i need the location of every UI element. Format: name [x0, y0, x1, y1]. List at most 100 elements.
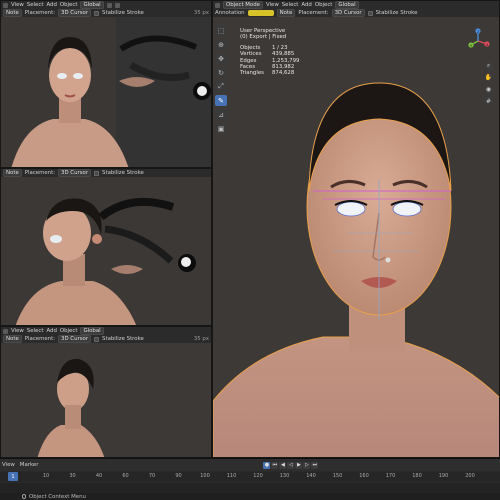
snap-icon[interactable] [106, 2, 112, 8]
jump-start-icon[interactable]: ⏮ [271, 461, 279, 469]
timeline-header: View Marker ● ⏮ ◀ ◁ ▶ ▷ ⏭ [0, 459, 500, 471]
tool-settings-bar: Note Placement: 3D Cursor Stabilize Stro… [1, 335, 211, 343]
current-frame-indicator[interactable]: 1 [8, 472, 18, 481]
viewport-stats-overlay: User Perspective (0) Export | Fixed Obje… [240, 28, 299, 77]
placement-select[interactable]: 3D Cursor [58, 335, 92, 343]
frame-tick-label: 60 [122, 473, 129, 479]
move-tool-icon[interactable]: ✥ [215, 53, 227, 64]
menu-view[interactable]: View [266, 2, 279, 8]
editor-type-icon[interactable] [215, 2, 220, 8]
menu-add[interactable]: Add [46, 2, 56, 8]
annotate-tool-icon[interactable]: ✎ [215, 95, 227, 106]
prev-key-icon[interactable]: ◀ [279, 461, 287, 469]
proportional-edit-icon[interactable] [114, 2, 120, 8]
jump-end-icon[interactable]: ⏭ [311, 461, 319, 469]
frame-tick-label: 140 [306, 473, 316, 479]
placement-select[interactable]: 3D Cursor [331, 9, 365, 17]
placement-label: Placement: [24, 336, 56, 342]
menu-object[interactable]: Object [315, 2, 333, 8]
play-reverse-icon[interactable]: ◁ [287, 461, 295, 469]
frame-tick-label: 160 [359, 473, 369, 479]
placement-select[interactable]: 3D Cursor [58, 169, 92, 177]
grid-icon[interactable]: # [484, 97, 493, 106]
note-select[interactable]: Note [3, 9, 22, 17]
transform-orientation-select[interactable]: Global [80, 327, 104, 335]
timeline-editor[interactable]: View Marker ● ⏮ ◀ ◁ ▶ ▷ ⏭ 1 10 30 40 60 70 90… [0, 458, 500, 500]
stabilize-label: Stabilize Stroke [102, 336, 144, 342]
frame-tick-label: 150 [332, 473, 343, 479]
blender-window: View Select Add Object Global Note Place… [0, 0, 500, 500]
note-select[interactable]: Note [3, 335, 22, 343]
stabilize-checkbox[interactable] [94, 10, 100, 16]
frame-ruler[interactable]: 1 10 30 40 60 70 90 100 110 120 130 140 150 160 170 18… [0, 472, 500, 482]
stabilize-label: Stabilize Stroke [375, 10, 418, 16]
select-tool-icon[interactable]: ⬚ [215, 25, 227, 36]
frame-tick-label: 30 [69, 473, 76, 479]
menu-add[interactable]: Add [46, 328, 56, 334]
viewport-main[interactable]: Object Mode View Select Add Object Globa… [212, 0, 500, 458]
navigation-gizmo[interactable]: X Y Z [465, 28, 491, 54]
viewport-header: View Select Add Object Global [1, 327, 211, 335]
status-hint: Object Context Menu [29, 493, 86, 500]
stabilize-checkbox[interactable] [94, 336, 100, 342]
stabilize-label: Stabilize Stroke [102, 170, 144, 176]
transform-orientation-select[interactable]: Global [80, 1, 104, 9]
frame-tick-label: 170 [385, 473, 396, 479]
view-nav-buttons: ⌕ ✋ ◉ # [484, 61, 493, 109]
annotation-color-swatch[interactable] [247, 10, 274, 16]
menu-view[interactable]: View [11, 2, 24, 8]
viewport-header: View Select Add Object Global [1, 1, 211, 9]
frame-tick-label: 70 [148, 473, 156, 479]
menu-select[interactable]: Select [282, 2, 299, 8]
stabilize-checkbox[interactable] [94, 170, 100, 176]
camera-icon[interactable]: ◉ [484, 85, 493, 94]
stabilize-label: Stabilize Stroke [102, 10, 144, 16]
tool-settings-bar: Annotation Note Placement: 3D Cursor Sta… [213, 9, 499, 17]
frame-tick-label: 110 [226, 473, 237, 479]
menu-object[interactable]: Object [60, 2, 78, 8]
viewport-header: Note Placement: 3D Cursor Stabilize Stro… [1, 169, 211, 177]
radius-field[interactable]: 35 px [194, 336, 209, 342]
cursor-tool-icon[interactable]: ⊕ [215, 39, 227, 50]
menu-view[interactable]: View [11, 328, 24, 334]
placement-select[interactable]: 3D Cursor [58, 9, 92, 17]
status-bar: Object Context Menu [0, 493, 500, 500]
menu-select[interactable]: Select [27, 328, 44, 334]
viewport-side[interactable]: View Select Add Object Global Note Place… [0, 326, 212, 458]
tool-shelf: ⬚ ⊕ ✥ ↻ ⤢ ✎ ⊿ ▣ [215, 25, 228, 134]
frame-tick-label: 190 [438, 473, 449, 479]
stabilize-checkbox[interactable] [367, 10, 373, 16]
menu-object[interactable]: Object [60, 328, 78, 334]
pan-hand-icon[interactable]: ✋ [484, 73, 493, 82]
scale-tool-icon[interactable]: ⤢ [215, 81, 227, 92]
play-icon[interactable]: ▶ [295, 461, 303, 469]
note-select[interactable]: Note [276, 9, 296, 17]
mouse-icon [22, 494, 26, 499]
frame-tick-label: 120 [253, 473, 263, 479]
menu-add[interactable]: Add [301, 2, 311, 8]
placement-label: Placement: [24, 10, 56, 16]
editor-type-icon[interactable] [3, 2, 8, 8]
mode-select[interactable]: Object Mode [223, 1, 263, 9]
add-cube-icon[interactable]: ▣ [215, 123, 227, 134]
timeline-menu-marker[interactable]: Marker [20, 462, 39, 468]
three-quarter-render [1, 169, 211, 325]
menu-select[interactable]: Select [27, 2, 44, 8]
measure-tool-icon[interactable]: ⊿ [215, 109, 227, 120]
note-select[interactable]: Note [3, 169, 22, 177]
placement-label: Placement: [24, 170, 56, 176]
record-icon[interactable]: ● [263, 461, 271, 469]
keyframe-track[interactable] [0, 483, 500, 493]
editor-type-icon[interactable] [3, 328, 8, 334]
viewport-header: Object Mode View Select Add Object Globa… [213, 1, 499, 9]
viewport-front[interactable]: View Select Add Object Global Note Place… [0, 0, 212, 168]
frame-tick-label: 40 [95, 473, 103, 479]
radius-field[interactable]: 35 px [194, 10, 209, 16]
frame-tick-label: 90 [175, 473, 182, 479]
rotate-tool-icon[interactable]: ↻ [215, 67, 227, 78]
viewport-three-quarter[interactable]: Note Placement: 3D Cursor Stabilize Stro… [0, 168, 212, 326]
next-key-icon[interactable]: ▷ [303, 461, 311, 469]
zoom-icon[interactable]: ⌕ [484, 61, 493, 70]
transform-orientation-select[interactable]: Global [335, 1, 359, 9]
timeline-menu-view[interactable]: View [2, 462, 15, 468]
